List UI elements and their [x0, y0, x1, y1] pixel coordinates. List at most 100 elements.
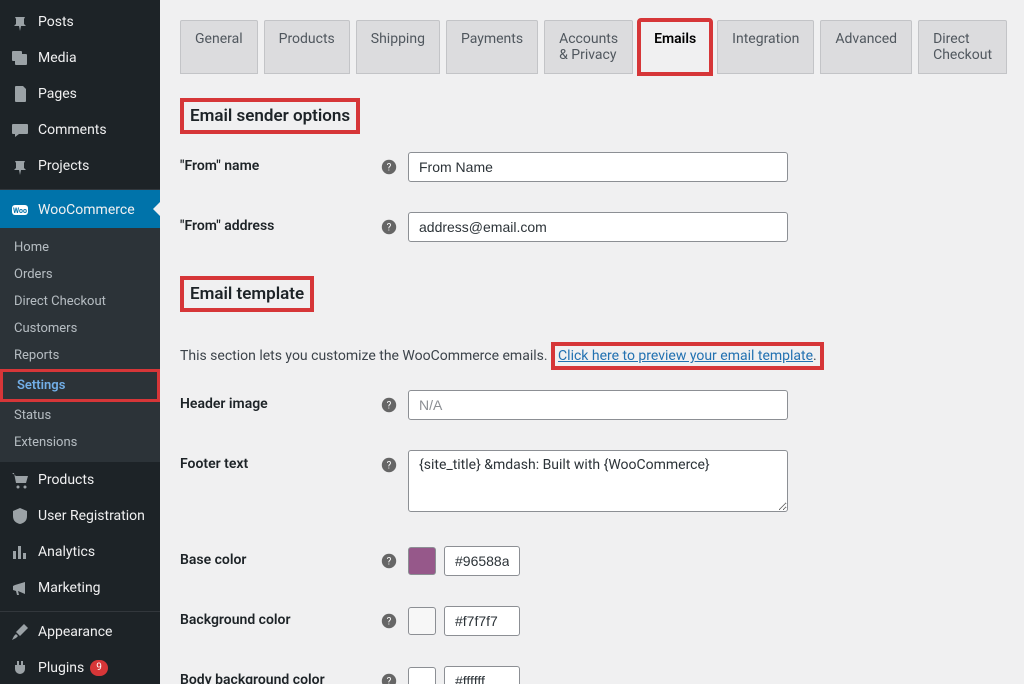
svg-text:?: ?: [387, 677, 392, 684]
header-image-row: Header image ?: [180, 390, 1004, 420]
pages-icon: [10, 84, 30, 104]
sidebar-item-label: Plugins: [38, 659, 84, 677]
tab-advanced[interactable]: Advanced: [820, 20, 912, 74]
base-color-input[interactable]: [444, 546, 520, 576]
tab-products[interactable]: Products: [264, 20, 350, 74]
background-color-row: Background color ?: [180, 606, 1004, 636]
sidebar-sub-home[interactable]: Home: [0, 234, 160, 261]
from-name-label: "From" name: [180, 152, 380, 174]
sidebar-item-label: Media: [38, 49, 77, 67]
svg-text:Woo: Woo: [13, 207, 27, 215]
brush-icon: [10, 622, 30, 642]
help-icon[interactable]: ?: [380, 456, 398, 474]
sidebar-item-appearance[interactable]: Appearance: [0, 611, 160, 650]
preview-email-template-link[interactable]: Click here to preview your email templat…: [558, 348, 813, 364]
help-icon[interactable]: ?: [380, 218, 398, 236]
sidebar-sub-customers[interactable]: Customers: [0, 315, 160, 342]
sidebar-item-label: User Registration: [38, 507, 145, 525]
from-address-input[interactable]: [408, 212, 788, 242]
pin-icon: [10, 12, 30, 32]
help-icon[interactable]: ?: [380, 612, 398, 630]
shield-icon: [10, 506, 30, 526]
sidebar-item-media[interactable]: Media: [0, 40, 160, 76]
sidebar-sub-settings[interactable]: Settings: [0, 369, 160, 402]
background-color-label: Background color: [180, 606, 380, 628]
chart-icon: [10, 542, 30, 562]
tab-integration[interactable]: Integration: [717, 20, 814, 74]
plug-icon: [10, 658, 30, 678]
sidebar-item-marketing[interactable]: Marketing: [0, 570, 160, 606]
admin-sidebar: Posts Media Pages Comments Projects Woo …: [0, 0, 160, 684]
sidebar-item-label: Comments: [38, 121, 107, 139]
tab-emails[interactable]: Emails: [639, 20, 711, 74]
from-address-row: "From" address ?: [180, 212, 1004, 242]
media-icon: [10, 48, 30, 68]
svg-text:?: ?: [387, 461, 392, 472]
main-content: General Products Shipping Payments Accou…: [160, 0, 1024, 684]
sidebar-item-label: Projects: [38, 157, 89, 175]
sidebar-sub-status[interactable]: Status: [0, 402, 160, 429]
help-icon[interactable]: ?: [380, 672, 398, 684]
sidebar-item-pages[interactable]: Pages: [0, 76, 160, 112]
email-sender-options-heading: Email sender options: [180, 98, 360, 134]
header-image-input[interactable]: [408, 390, 788, 420]
sidebar-item-label: Products: [38, 471, 94, 489]
bullhorn-icon: [10, 578, 30, 598]
sidebar-item-plugins[interactable]: Plugins 9: [0, 650, 160, 684]
sidebar-item-label: Analytics: [38, 543, 95, 561]
sidebar-item-products[interactable]: Products: [0, 462, 160, 498]
tab-general[interactable]: General: [180, 20, 258, 74]
sidebar-item-label: Pages: [38, 85, 77, 103]
cart-icon: [10, 470, 30, 490]
email-template-heading: Email template: [180, 276, 314, 312]
sidebar-item-label: Posts: [38, 13, 74, 31]
from-address-label: "From" address: [180, 212, 380, 234]
sidebar-submenu: Home Orders Direct Checkout Customers Re…: [0, 228, 160, 462]
background-color-swatch[interactable]: [408, 607, 436, 635]
sidebar-item-label: Marketing: [38, 579, 101, 597]
sidebar-item-label: Appearance: [38, 623, 112, 641]
background-color-input[interactable]: [444, 606, 520, 636]
sidebar-item-projects[interactable]: Projects: [0, 148, 160, 184]
plugins-count-badge: 9: [90, 660, 108, 676]
email-template-description: This section lets you customize the WooC…: [180, 342, 1004, 370]
footer-text-input[interactable]: {site_title} &mdash: Built with {WooComm…: [408, 450, 788, 512]
sidebar-item-woocommerce[interactable]: Woo WooCommerce: [0, 189, 160, 228]
comment-icon: [10, 120, 30, 140]
settings-tabs: General Products Shipping Payments Accou…: [180, 20, 1004, 74]
help-icon[interactable]: ?: [380, 158, 398, 176]
tab-accounts-privacy[interactable]: Accounts & Privacy: [544, 20, 633, 74]
svg-text:?: ?: [387, 223, 392, 234]
footer-text-row: Footer text ? {site_title} &mdash: Built…: [180, 450, 1004, 516]
from-name-input[interactable]: [408, 152, 788, 182]
body-bg-color-input[interactable]: [444, 666, 520, 684]
svg-text:?: ?: [387, 557, 392, 568]
body-bg-color-swatch[interactable]: [408, 667, 436, 684]
help-icon[interactable]: ?: [380, 552, 398, 570]
svg-text:?: ?: [387, 163, 392, 174]
woocommerce-icon: Woo: [10, 200, 30, 220]
sidebar-item-user-registration[interactable]: User Registration: [0, 498, 160, 534]
base-color-label: Base color: [180, 546, 380, 568]
tab-direct-checkout[interactable]: Direct Checkout: [918, 20, 1007, 74]
pin-icon: [10, 156, 30, 176]
help-icon[interactable]: ?: [380, 396, 398, 414]
sidebar-item-analytics[interactable]: Analytics: [0, 534, 160, 570]
base-color-swatch[interactable]: [408, 547, 436, 575]
footer-text-label: Footer text: [180, 450, 380, 472]
sidebar-item-comments[interactable]: Comments: [0, 112, 160, 148]
tab-payments[interactable]: Payments: [446, 20, 538, 74]
sidebar-sub-extensions[interactable]: Extensions: [0, 429, 160, 456]
svg-text:?: ?: [387, 401, 392, 412]
sidebar-sub-direct-checkout[interactable]: Direct Checkout: [0, 288, 160, 315]
sidebar-item-posts[interactable]: Posts: [0, 4, 160, 40]
tab-shipping[interactable]: Shipping: [356, 20, 440, 74]
from-name-row: "From" name ?: [180, 152, 1004, 182]
body-bg-color-row: Body background color ?: [180, 666, 1004, 684]
sidebar-sub-reports[interactable]: Reports: [0, 342, 160, 369]
header-image-label: Header image: [180, 390, 380, 412]
sidebar-sub-orders[interactable]: Orders: [0, 261, 160, 288]
sidebar-item-label: WooCommerce: [38, 201, 135, 219]
base-color-row: Base color ?: [180, 546, 1004, 576]
body-bg-color-label: Body background color: [180, 666, 380, 684]
